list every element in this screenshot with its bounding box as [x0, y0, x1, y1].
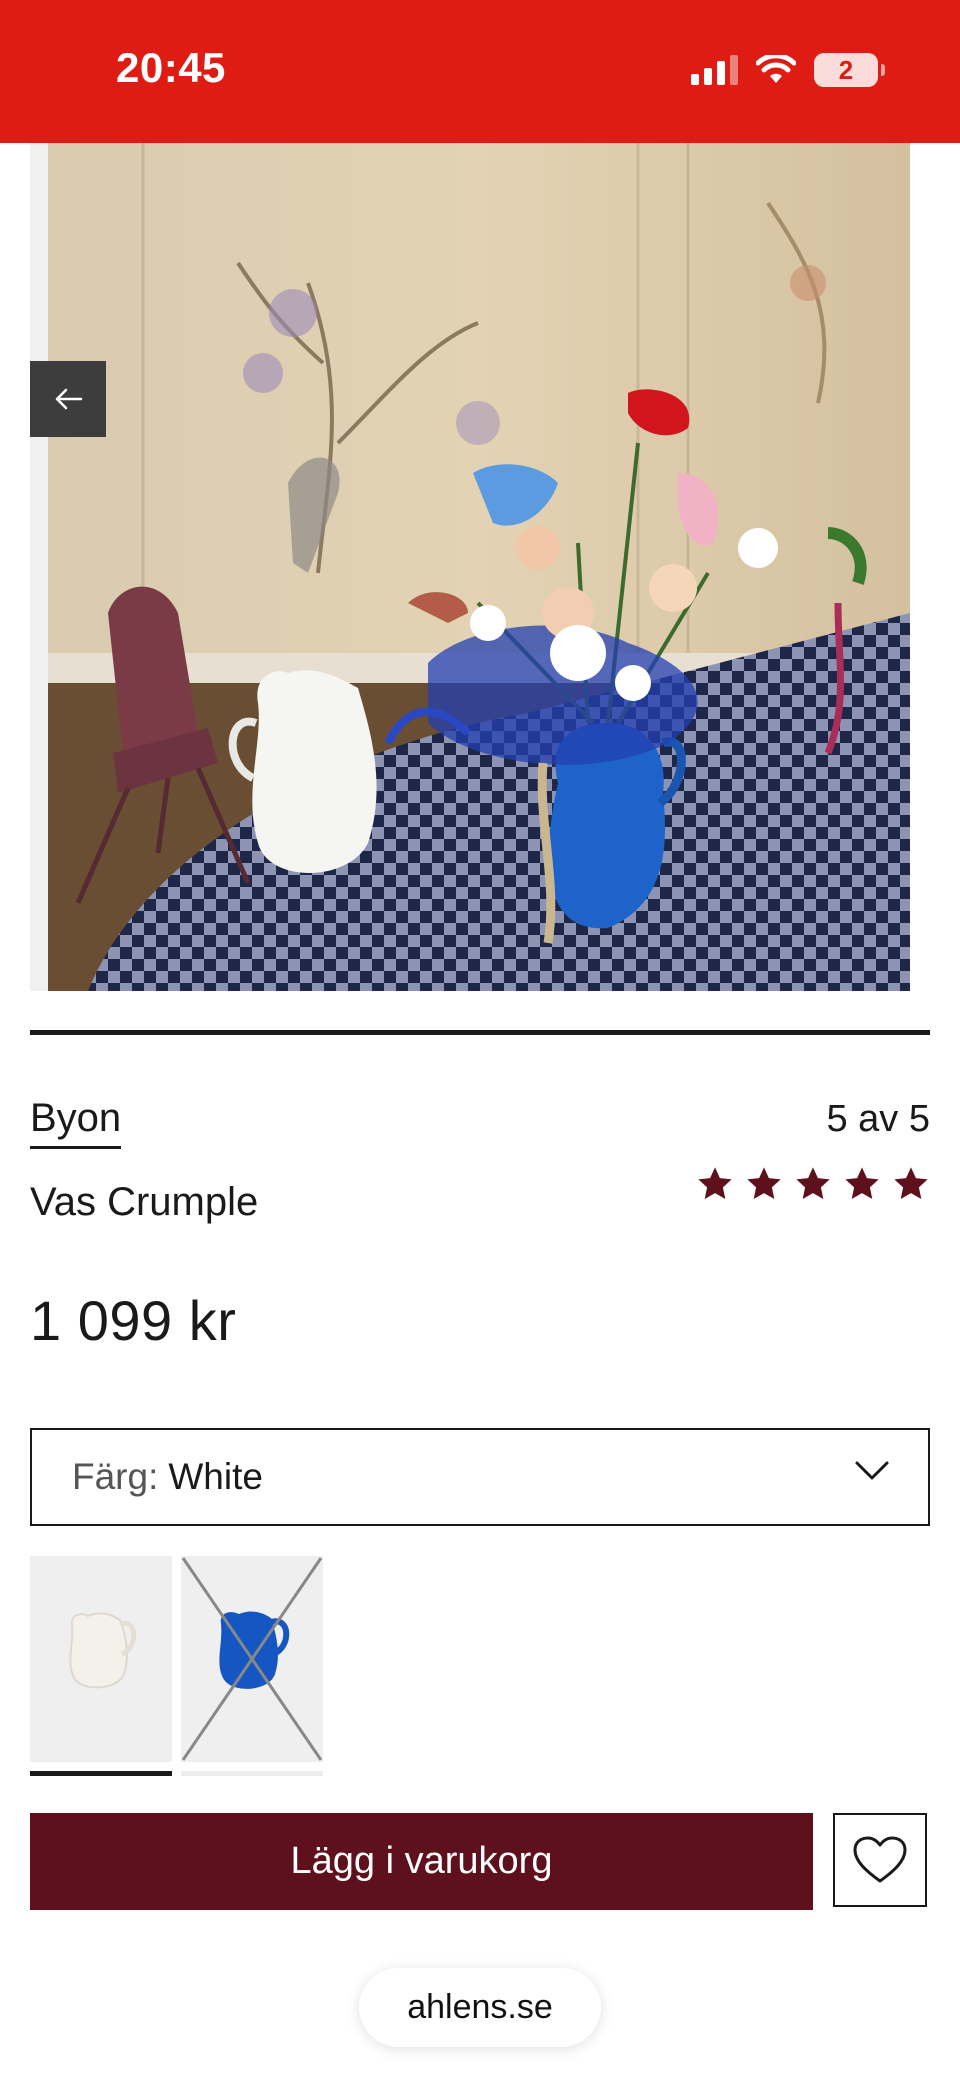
brand-link[interactable]: Byon: [30, 1096, 122, 1149]
wifi-icon: [756, 55, 796, 83]
signal-icon: [691, 55, 738, 85]
blue-vase-thumbnail: [181, 1557, 323, 1761]
browser-url-bar[interactable]: ahlens.se: [359, 1968, 601, 2047]
product-price: 1 099 kr: [30, 1289, 237, 1352]
add-to-cart-button[interactable]: Lägg i varukorg: [30, 1813, 813, 1910]
previous-slide-edge: [30, 143, 48, 991]
color-select-value: White: [168, 1456, 263, 1497]
star-rating[interactable]: [696, 1165, 930, 1203]
color-select-label: Färg:: [72, 1456, 159, 1497]
heart-icon: [853, 1836, 907, 1883]
white-vase-thumbnail: [69, 1612, 137, 1689]
arrow-left-icon: [55, 388, 83, 410]
battery-level: 2: [838, 55, 854, 85]
battery-icon: 2: [814, 53, 885, 87]
previous-image-button[interactable]: [30, 361, 106, 437]
star-icon: [796, 1167, 830, 1200]
wishlist-button[interactable]: [833, 1813, 927, 1907]
swatch-blue[interactable]: [181, 1556, 323, 1762]
product-name: Vas Crumple: [30, 1180, 259, 1224]
swatch-indicator: [181, 1771, 323, 1776]
status-time: 20:45: [116, 44, 226, 91]
status-icons: 2: [691, 52, 885, 88]
status-bar: 20:45 2: [0, 0, 960, 143]
product-gallery[interactable]: [0, 143, 960, 995]
gallery-progress-bar: [30, 1030, 930, 1035]
color-select[interactable]: Färg: White: [30, 1428, 930, 1526]
swatch-white[interactable]: [30, 1556, 172, 1762]
star-icon: [747, 1167, 781, 1200]
star-icon: [845, 1167, 879, 1200]
product-image[interactable]: [48, 143, 910, 991]
chevron-down-icon: [855, 1461, 889, 1480]
rating-text: 5 av 5: [826, 1098, 930, 1140]
swatch-selected-indicator: [30, 1771, 172, 1776]
star-icon: [894, 1167, 928, 1200]
star-icon: [698, 1167, 732, 1200]
